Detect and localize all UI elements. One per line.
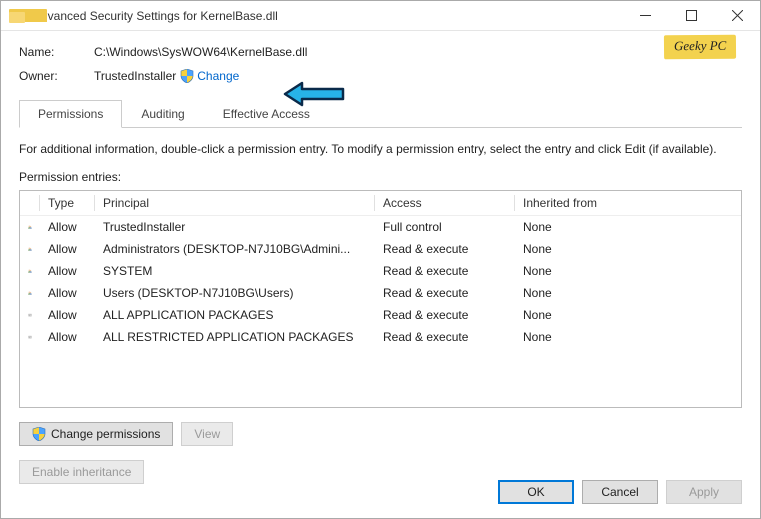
- col-header-icon[interactable]: [20, 191, 40, 215]
- description-text: For additional information, double-click…: [19, 142, 742, 156]
- table-row[interactable]: AllowALL APPLICATION PACKAGESRead & exec…: [20, 304, 741, 326]
- cell-type: Allow: [40, 306, 95, 324]
- tab-effective-access[interactable]: Effective Access: [204, 100, 329, 128]
- security-settings-window: Advanced Security Settings for KernelBas…: [0, 0, 761, 519]
- cell-inherited: None: [515, 306, 741, 324]
- shield-icon: [32, 427, 46, 441]
- principal-icon: [20, 328, 40, 346]
- col-header-access[interactable]: Access: [375, 191, 515, 215]
- tab-auditing[interactable]: Auditing: [122, 100, 203, 128]
- principal-icon: [20, 306, 40, 324]
- change-permissions-label: Change permissions: [51, 427, 160, 441]
- name-row: Name: C:\Windows\SysWOW64\KernelBase.dll: [19, 45, 742, 59]
- table-row[interactable]: AllowALL RESTRICTED APPLICATION PACKAGES…: [20, 326, 741, 348]
- titlebar: Advanced Security Settings for KernelBas…: [1, 1, 760, 31]
- maximize-button[interactable]: [668, 1, 714, 31]
- cancel-button[interactable]: Cancel: [582, 480, 658, 504]
- cell-type: Allow: [40, 284, 95, 302]
- shield-icon: [180, 69, 194, 83]
- owner-row: Owner: TrustedInstaller Change: [19, 69, 742, 83]
- cell-inherited: None: [515, 218, 741, 236]
- apply-button[interactable]: Apply: [666, 480, 742, 504]
- cell-type: Allow: [40, 262, 95, 280]
- cell-inherited: None: [515, 240, 741, 258]
- principal-icon: [20, 284, 40, 302]
- cell-access: Read & execute: [375, 328, 515, 346]
- window-controls: [622, 1, 760, 31]
- principal-icon: [20, 262, 40, 280]
- cell-type: Allow: [40, 240, 95, 258]
- cell-access: Read & execute: [375, 240, 515, 258]
- watermark-badge: Geeky PC: [664, 35, 737, 60]
- cell-inherited: None: [515, 328, 741, 346]
- cell-access: Read & execute: [375, 262, 515, 280]
- owner-value: TrustedInstaller: [94, 69, 176, 83]
- cell-principal: Administrators (DESKTOP-N7J10BG\Admini..…: [95, 240, 375, 258]
- cell-principal: TrustedInstaller: [95, 218, 375, 236]
- table-row[interactable]: AllowUsers (DESKTOP-N7J10BG\Users)Read &…: [20, 282, 741, 304]
- folder-icon: [9, 9, 25, 23]
- col-header-inherited[interactable]: Inherited from: [515, 191, 741, 215]
- minimize-button[interactable]: [622, 1, 668, 31]
- name-value: C:\Windows\SysWOW64\KernelBase.dll: [94, 45, 307, 59]
- cell-inherited: None: [515, 262, 741, 280]
- col-header-type[interactable]: Type: [40, 191, 95, 215]
- principal-icon: [20, 240, 40, 258]
- permission-list: Type Principal Access Inherited from All…: [19, 190, 742, 408]
- owner-label: Owner:: [19, 69, 94, 83]
- tab-permissions[interactable]: Permissions: [19, 100, 122, 128]
- view-button[interactable]: View: [181, 422, 233, 446]
- name-label: Name:: [19, 45, 94, 59]
- principal-icon: [20, 218, 40, 236]
- tab-strip: Permissions Auditing Effective Access: [19, 99, 742, 128]
- tab-content: For additional information, double-click…: [19, 128, 742, 484]
- content-area: Name: C:\Windows\SysWOW64\KernelBase.dll…: [1, 31, 760, 498]
- cell-access: Full control: [375, 218, 515, 236]
- permission-buttons: Change permissions View: [19, 422, 742, 446]
- cell-principal: ALL RESTRICTED APPLICATION PACKAGES: [95, 328, 375, 346]
- cell-principal: ALL APPLICATION PACKAGES: [95, 306, 375, 324]
- permission-rows: AllowTrustedInstallerFull controlNoneAll…: [20, 216, 741, 348]
- cell-type: Allow: [40, 328, 95, 346]
- enable-inheritance-button[interactable]: Enable inheritance: [19, 460, 144, 484]
- cell-type: Allow: [40, 218, 95, 236]
- cell-access: Read & execute: [375, 306, 515, 324]
- cell-principal: Users (DESKTOP-N7J10BG\Users): [95, 284, 375, 302]
- cell-inherited: None: [515, 284, 741, 302]
- window-title: Advanced Security Settings for KernelBas…: [33, 9, 622, 23]
- change-permissions-button[interactable]: Change permissions: [19, 422, 173, 446]
- table-row[interactable]: AllowSYSTEMRead & executeNone: [20, 260, 741, 282]
- dialog-footer-buttons: OK Cancel Apply: [498, 480, 742, 504]
- permission-entries-label: Permission entries:: [19, 170, 742, 184]
- change-owner-link[interactable]: Change: [180, 69, 239, 83]
- permission-list-header: Type Principal Access Inherited from: [20, 191, 741, 216]
- table-row[interactable]: AllowTrustedInstallerFull controlNone: [20, 216, 741, 238]
- cell-access: Read & execute: [375, 284, 515, 302]
- table-row[interactable]: AllowAdministrators (DESKTOP-N7J10BG\Adm…: [20, 238, 741, 260]
- close-button[interactable]: [714, 1, 760, 31]
- ok-button[interactable]: OK: [498, 480, 574, 504]
- cell-principal: SYSTEM: [95, 262, 375, 280]
- change-link-label: Change: [197, 69, 239, 83]
- col-header-principal[interactable]: Principal: [95, 191, 375, 215]
